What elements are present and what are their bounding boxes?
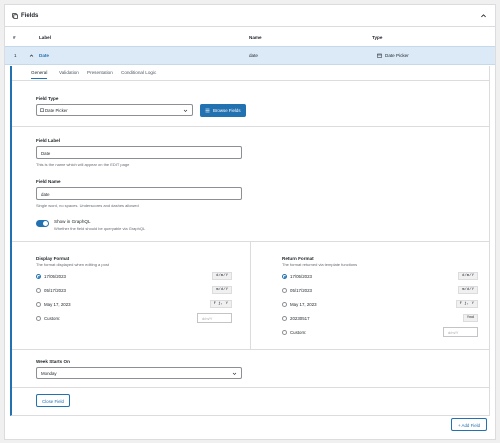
field-row-num: 1 [14,53,17,58]
week-starts-label: Week Starts On [36,359,70,364]
field-name-input[interactable]: date [36,187,242,200]
field-type-section: Field Type Date Picker Browse Fields [12,81,490,127]
field-label-help: This is the name which will appear on th… [36,162,130,167]
return-format-custom[interactable]: Custom: d/m/Y [282,327,478,339]
col-type: Type [372,35,383,40]
collapse-chevron-icon[interactable] [480,12,487,19]
tab-validation[interactable]: Validation [59,70,79,75]
panel-title: Fields [21,13,39,19]
col-label: Label [39,35,51,40]
return-format-label: Return Format [282,256,314,261]
list-icon [205,108,210,113]
tab-conditional-logic[interactable]: Conditional Logic [121,70,156,75]
field-name-help: Single word, no spaces. Underscores and … [36,203,139,208]
display-format-label: Display Format [36,256,70,261]
graphql-help: Whether the field should be queryable vi… [54,226,146,231]
close-field-button[interactable]: Close Field [36,394,70,407]
field-row-type: Date Picker [385,53,409,58]
field-row-label[interactable]: Date [39,53,49,58]
display-format-help: The format displayed when editing a post [36,262,109,267]
chevron-down-icon [183,109,188,112]
field-label-value: Date [41,151,51,156]
return-format-help: The format returned via template functio… [282,262,358,267]
col-num: # [13,35,16,40]
browse-fields-button[interactable]: Browse Fields [200,104,246,117]
return-format-option[interactable]: May 17, 2023 F j, Y [282,300,478,311]
chevron-down-icon [232,372,237,375]
graphql-toggle[interactable] [36,220,49,227]
field-name-value: date [41,192,50,197]
return-custom-input[interactable]: d/m/Y [443,327,478,337]
field-label-input[interactable]: Date [36,146,242,159]
field-row-name: date [249,53,258,58]
add-field-button[interactable]: + Add Field [451,418,487,431]
calendar-icon [40,108,44,112]
field-label-title: Field Label [36,138,60,143]
display-format-custom[interactable]: Custom: d/m/Y [36,313,232,325]
return-format-option[interactable]: 20230517 Ymd [282,314,478,325]
field-name-title: Field Name [36,179,61,184]
fields-icon [12,13,18,19]
row-chevron-icon[interactable] [29,53,34,58]
field-type-value: Date Picker [45,108,68,113]
field-details-section: Field Label Date This is the name which … [12,127,490,242]
display-format-option[interactable]: 17/05/2023 d/m/Y [36,272,232,283]
field-editor: General Validation Presentation Conditio… [10,66,490,416]
display-format-option[interactable]: 05/17/2023 m/d/Y [36,286,232,297]
tab-general[interactable]: General [31,70,48,79]
fields-panel: Fields # Label Name Type 1 Date date Dat… [4,4,496,440]
field-row[interactable]: 1 Date date Date Picker [5,46,495,65]
settings-tabs: General Validation Presentation Conditio… [12,66,490,81]
week-starts-value: Monday [41,371,57,376]
fields-header: Fields [5,5,495,27]
col-name: Name [249,35,262,40]
return-format-option[interactable]: 05/17/2023 m/d/Y [282,286,478,297]
table-header: # Label Name Type [5,32,495,44]
display-format-option[interactable]: May 17, 2023 F j, Y [36,300,232,311]
return-format-option[interactable]: 17/05/2023 d/m/Y [282,272,478,283]
field-type-label: Field Type [36,96,59,101]
field-type-select[interactable]: Date Picker [36,104,193,116]
graphql-label: Show in GraphQL [54,219,91,224]
calendar-icon [377,53,382,58]
tab-presentation[interactable]: Presentation [87,70,113,75]
browse-fields-label: Browse Fields [213,108,241,113]
week-starts-select[interactable]: Monday [36,367,242,379]
format-section: Display Format The format displayed when… [12,242,490,350]
week-starts-section: Week Starts On Monday [12,350,490,388]
display-custom-input[interactable]: d/m/Y [197,313,232,323]
